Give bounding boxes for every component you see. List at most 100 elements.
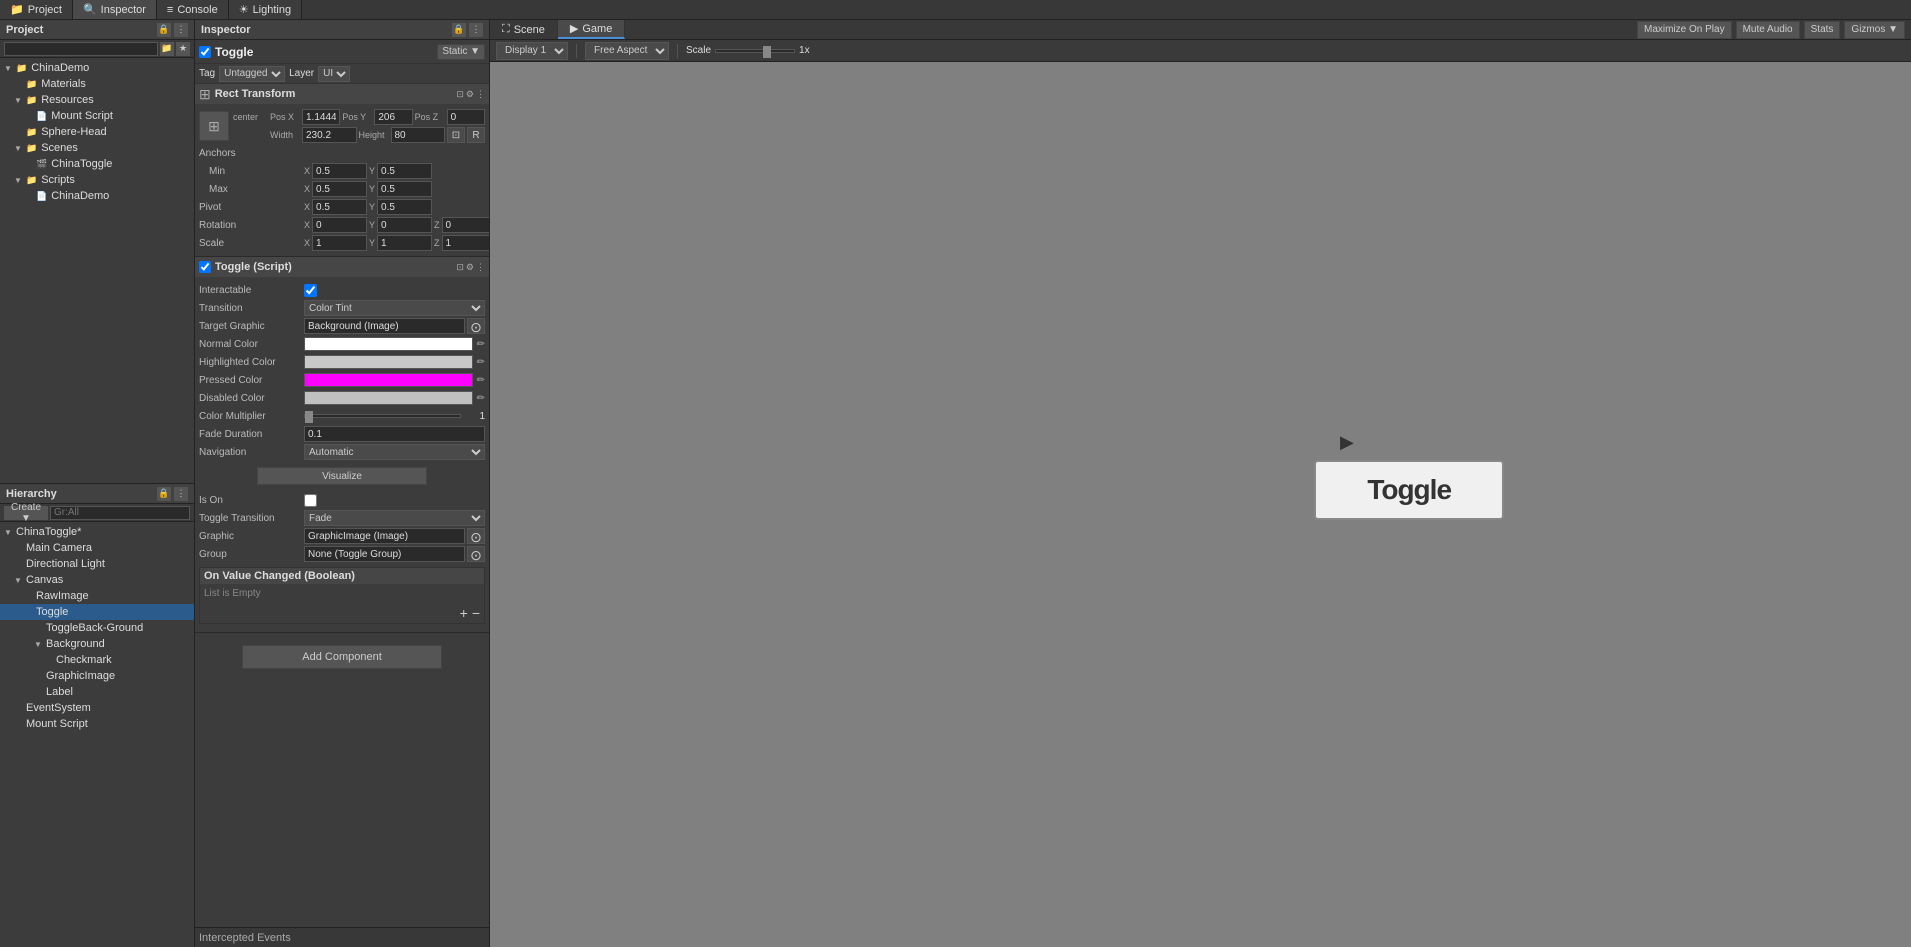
graphic-input[interactable] <box>304 528 465 544</box>
navigation-select[interactable]: Automatic <box>304 444 485 460</box>
hierarchy-search[interactable] <box>50 506 190 520</box>
list-item[interactable]: RawImage <box>0 588 194 604</box>
highlighted-color-pencil-icon[interactable]: ✏ <box>477 357 485 368</box>
list-item[interactable]: Toggle <box>0 604 194 620</box>
tab-inspector[interactable]: 🔍 Inspector <box>73 0 157 19</box>
is-on-checkbox[interactable] <box>304 494 317 507</box>
list-item[interactable]: ▼ 📁 Scripts <box>0 172 194 188</box>
list-item[interactable]: 📄 ChinaDemo <box>0 188 194 204</box>
rect-edit-icon[interactable]: ⊡ <box>456 89 464 100</box>
disabled-color-pencil-icon[interactable]: ✏ <box>477 393 485 404</box>
color-multiplier-slider[interactable]: 1 <box>304 411 485 422</box>
scale-thumb[interactable] <box>763 46 771 58</box>
anchor-min-x-input[interactable] <box>312 163 367 179</box>
posy-input[interactable] <box>374 109 412 125</box>
list-item[interactable]: EventSystem <box>0 700 194 716</box>
static-dropdown-btn[interactable]: Static ▼ <box>437 44 485 60</box>
obj-enabled-checkbox[interactable] <box>199 46 211 58</box>
rot-z-input[interactable] <box>442 217 490 233</box>
tab-scene[interactable]: ⛶ Scene <box>490 20 558 39</box>
pressed-color-pencil-icon[interactable]: ✏ <box>477 375 485 386</box>
stats-btn[interactable]: Stats <box>1804 21 1841 39</box>
inspector-lock-btn[interactable]: 🔒 <box>452 23 466 37</box>
hierarchy-lock-btn[interactable]: 🔒 <box>157 487 171 501</box>
list-item[interactable]: GraphicImage <box>0 668 194 684</box>
target-graphic-select-btn[interactable]: ⊙ <box>467 318 485 334</box>
list-item[interactable]: Checkmark <box>0 652 194 668</box>
anchor-min-y-input[interactable] <box>377 163 432 179</box>
rect-r-btn[interactable]: ⊡ <box>447 127 465 143</box>
list-item[interactable]: Directional Light <box>0 556 194 572</box>
list-item[interactable]: Label <box>0 684 194 700</box>
rect-r2-btn[interactable]: R <box>467 127 485 143</box>
list-item[interactable]: 📄 Mount Script <box>0 108 194 124</box>
posx-input[interactable] <box>302 109 340 125</box>
add-component-btn[interactable]: Add Component <box>242 645 442 669</box>
scale-y-input[interactable] <box>377 235 432 251</box>
interactable-checkbox[interactable] <box>304 284 317 297</box>
pivot-y-input[interactable] <box>377 199 432 215</box>
height-input[interactable] <box>391 127 446 143</box>
group-select-btn[interactable]: ⊙ <box>467 546 485 562</box>
list-item[interactable]: ▼ Background <box>0 636 194 652</box>
rot-y-input[interactable] <box>377 217 432 233</box>
event-remove-btn[interactable]: − <box>472 605 480 621</box>
list-item[interactable]: 🎬 ChinaToggle <box>0 156 194 172</box>
layer-select[interactable]: UI <box>318 66 350 82</box>
project-search[interactable] <box>4 42 158 56</box>
highlighted-color-swatch[interactable] <box>304 355 473 369</box>
list-item[interactable]: ToggleBack-Ground <box>0 620 194 636</box>
rect-menu-icon[interactable]: ⋮ <box>476 89 485 100</box>
event-add-btn[interactable]: + <box>460 605 468 621</box>
display-select[interactable]: Display 1 <box>496 42 568 60</box>
fade-duration-input[interactable] <box>304 426 485 442</box>
list-item[interactable]: Mount Script <box>0 716 194 732</box>
list-item[interactable]: ▼ ChinaToggle* <box>0 524 194 540</box>
toggle-transition-select[interactable]: Fade <box>304 510 485 526</box>
list-item[interactable]: ▼ 📁 ChinaDemo <box>0 60 194 76</box>
normal-color-pencil-icon[interactable]: ✏ <box>477 339 485 350</box>
toggle-enabled-checkbox[interactable] <box>199 261 211 273</box>
slider-thumb[interactable] <box>305 411 313 423</box>
mute-audio-btn[interactable]: Mute Audio <box>1736 21 1800 39</box>
tab-console[interactable]: ≡ Console <box>157 0 229 19</box>
graphic-select-btn[interactable]: ⊙ <box>467 528 485 544</box>
anchor-max-x-input[interactable] <box>312 181 367 197</box>
maximize-on-play-btn[interactable]: Maximize On Play <box>1637 21 1732 39</box>
scale-z-input[interactable] <box>442 235 490 251</box>
target-graphic-input[interactable] <box>304 318 465 334</box>
inspector-menu-btn[interactable]: ⋮ <box>469 23 483 37</box>
toggle-menu-icon[interactable]: ⋮ <box>476 262 485 273</box>
hierarchy-menu-btn[interactable]: ⋮ <box>174 487 188 501</box>
tab-game[interactable]: ▶ Game <box>558 20 625 39</box>
transition-select[interactable]: Color Tint <box>304 300 485 316</box>
tab-lighting[interactable]: ☀ Lighting <box>229 0 302 19</box>
toggle-edit-icon[interactable]: ⊡ <box>456 262 464 273</box>
aspect-select[interactable]: Free Aspect <box>585 42 669 60</box>
toggle-settings-icon[interactable]: ⚙ <box>466 262 474 273</box>
anchor-widget[interactable]: ⊞ <box>199 111 229 141</box>
tab-project[interactable]: 📁 Project <box>0 0 73 19</box>
width-input[interactable] <box>302 127 357 143</box>
rect-settings-icon[interactable]: ⚙ <box>466 89 474 100</box>
tag-select[interactable]: Untagged <box>219 66 285 82</box>
list-item[interactable]: 📁 Sphere-Head <box>0 124 194 140</box>
normal-color-swatch[interactable] <box>304 337 473 351</box>
scale-track[interactable] <box>715 49 795 53</box>
scale-x-input[interactable] <box>312 235 367 251</box>
project-star-btn[interactable]: ★ <box>176 42 190 56</box>
component-header[interactable]: ⊞ Rect Transform ⊡ ⚙ ⋮ <box>195 84 489 104</box>
project-folder-btn[interactable]: 📁 <box>160 42 174 56</box>
pressed-color-swatch[interactable] <box>304 373 473 387</box>
gizmos-btn[interactable]: Gizmos ▼ <box>1844 21 1905 39</box>
toggle-component-header[interactable]: Toggle (Script) ⊡ ⚙ ⋮ <box>195 257 489 277</box>
anchor-max-y-input[interactable] <box>377 181 432 197</box>
list-item[interactable]: 📁 Materials <box>0 76 194 92</box>
list-item[interactable]: ▼ 📁 Scenes <box>0 140 194 156</box>
create-btn[interactable]: Create ▼ <box>4 506 48 520</box>
project-lock-btn[interactable]: 🔒 <box>157 23 171 37</box>
list-item[interactable]: ▼ 📁 Resources <box>0 92 194 108</box>
project-menu-btn[interactable]: ⋮ <box>174 23 188 37</box>
list-item[interactable]: Main Camera <box>0 540 194 556</box>
rot-x-input[interactable] <box>312 217 367 233</box>
